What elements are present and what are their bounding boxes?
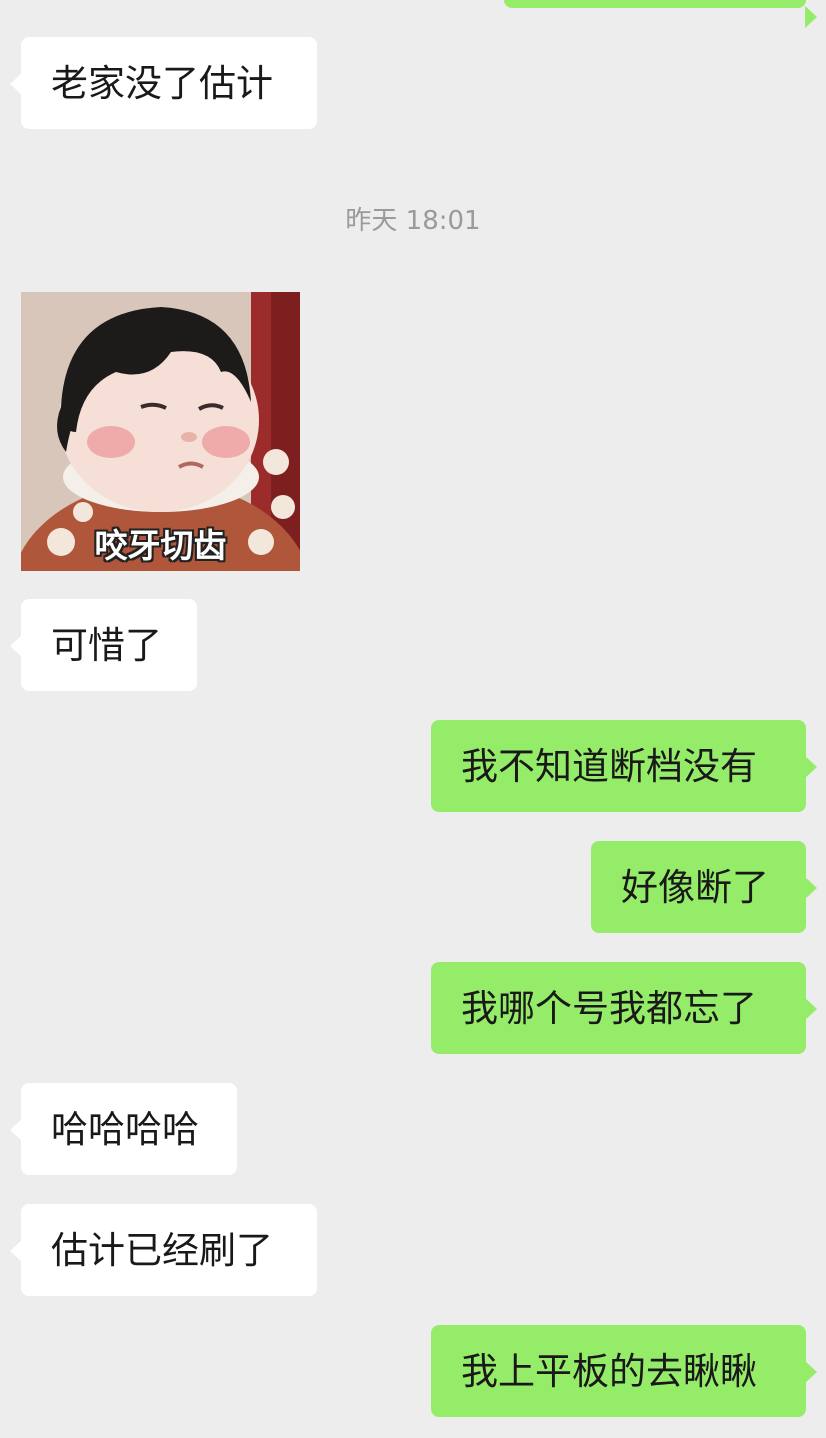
message-text: 老家没了估计: [51, 61, 273, 105]
message-bubble-incoming[interactable]: 估计已经刷了: [10, 1204, 317, 1296]
message-text: 可惜了: [51, 623, 162, 667]
message-bubble-outgoing[interactable]: 我不知道断档没有: [431, 720, 817, 812]
message-timestamp: 昨天 18:01: [345, 206, 481, 236]
message-bubble-outgoing[interactable]: 好像断了: [591, 841, 817, 933]
message-text: 我哪个号我都忘了: [461, 986, 757, 1030]
message-bubble-outgoing[interactable]: 我上平板的去瞅瞅: [431, 1325, 817, 1417]
message-bubble-incoming[interactable]: 哈哈哈哈: [10, 1083, 237, 1175]
chat-area[interactable]: 老家没了估计 昨天 18:01 咬牙切齿 可惜了 我不知道断档没有 好像断了 我…: [0, 0, 826, 1438]
message-text: 估计已经刷了: [51, 1228, 273, 1272]
sticker-caption: 咬牙切齿: [94, 526, 227, 565]
message-text: 哈哈哈哈: [51, 1107, 199, 1151]
sticker-message[interactable]: 咬牙切齿: [21, 292, 300, 571]
message-text: 我上平板的去瞅瞅: [461, 1349, 757, 1393]
message-bubble-incoming[interactable]: 老家没了估计: [10, 37, 317, 129]
message-bubble-outgoing[interactable]: 我哪个号我都忘了: [431, 962, 817, 1054]
message-bubble-outgoing[interactable]: [504, 0, 817, 28]
message-text: 我不知道断档没有: [461, 744, 757, 788]
message-text: 好像断了: [621, 865, 769, 909]
message-bubble-incoming[interactable]: 可惜了: [10, 599, 197, 691]
